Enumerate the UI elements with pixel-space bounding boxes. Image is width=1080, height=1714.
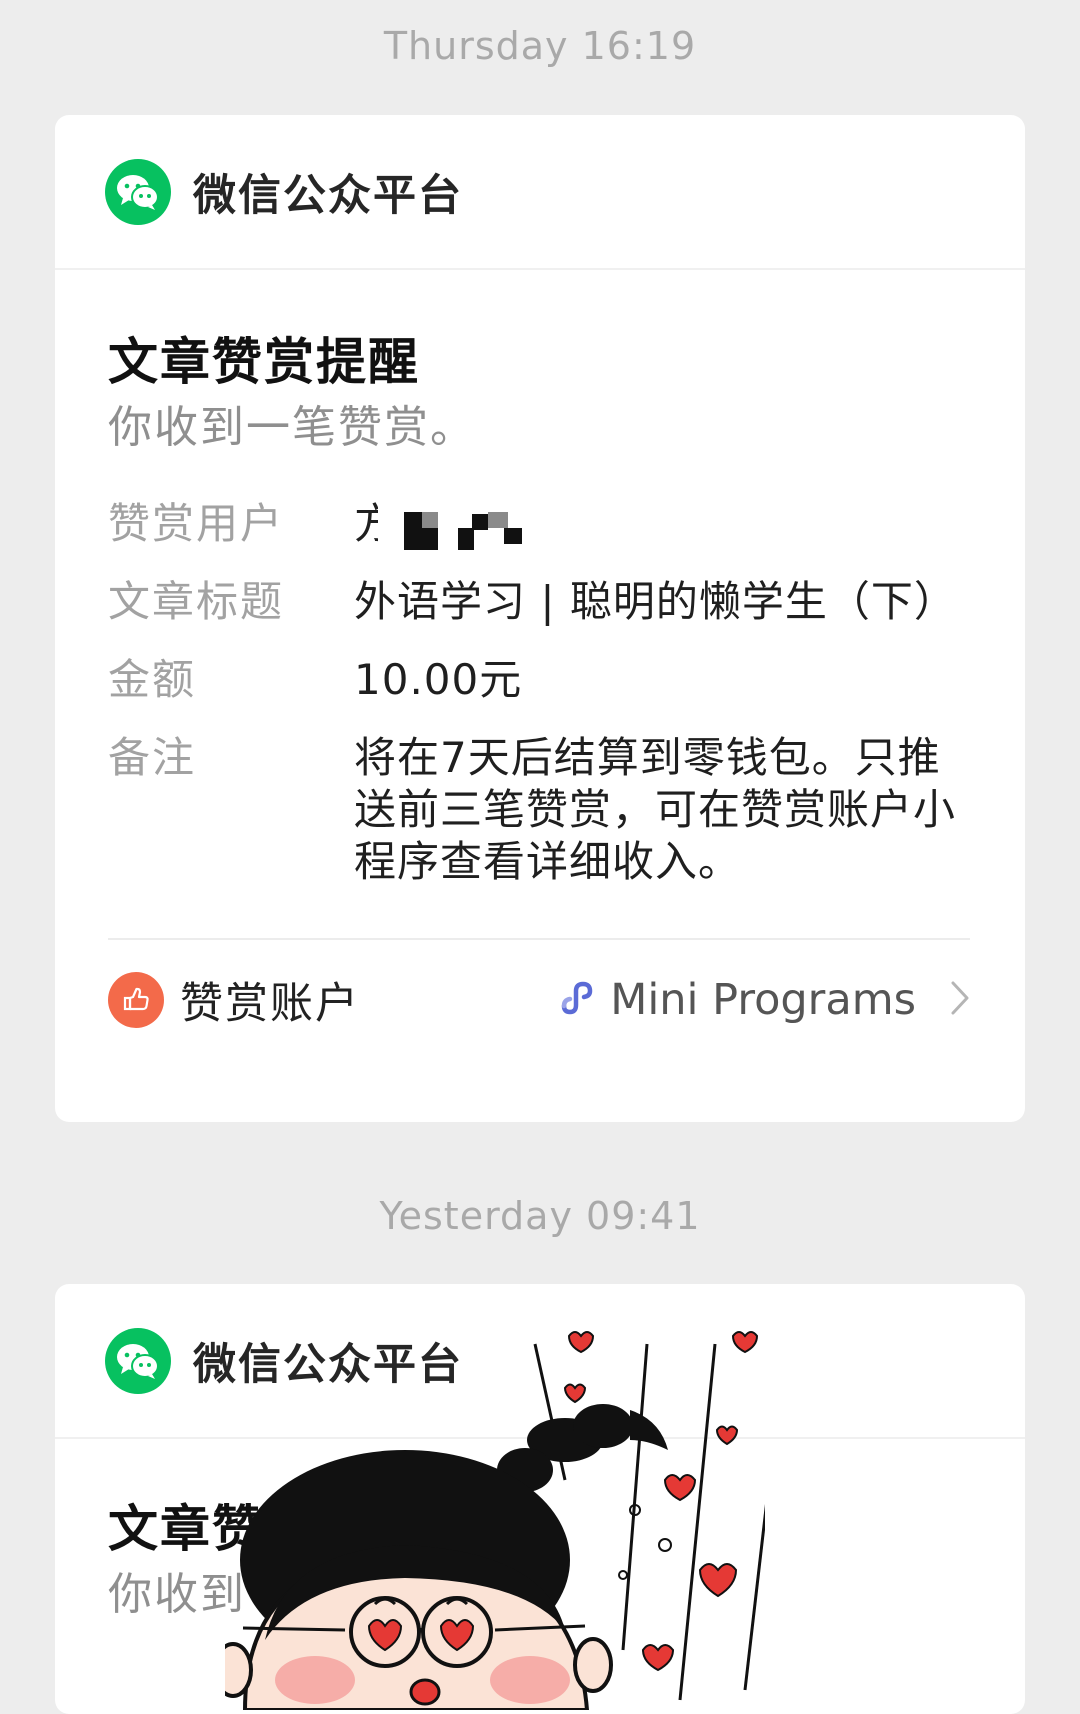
field-row-note: 备注 将在7天后结算到零钱包。只推送前三笔赞赏，可在赞赏账户小程序查看详细收入。 xyxy=(108,732,970,888)
field-label: 赞赏用户 xyxy=(108,499,285,548)
mini-programs-label: Mini Programs xyxy=(610,975,916,1025)
article-title-value: 外语学习 | 聪明的懒学生（下） xyxy=(354,577,957,626)
reward-user-value: 方 xyxy=(354,498,970,550)
note-value: 将在7天后结算到零钱包。只推送前三笔赞赏，可在赞赏账户小程序查看详细收入。 xyxy=(354,733,957,886)
thumbs-up-icon xyxy=(108,972,164,1028)
wechat-icon xyxy=(105,1327,171,1394)
field-row-amount: 金额 10.00元 xyxy=(108,654,970,706)
message-card[interactable]: 微信公众平台 文章赞赏提醒 你收到一笔赞赏。 赞赏用户 方 文章标题 外语学习 … xyxy=(55,115,1025,1122)
field-label: 金额 xyxy=(108,655,197,704)
reward-account-link[interactable]: 赞赏账户 xyxy=(108,969,360,1031)
cartoon-sticker-image xyxy=(225,1330,765,1710)
card-footer[interactable]: 赞赏账户 Mini Programs xyxy=(108,940,970,1060)
card-header[interactable]: 微信公众平台 xyxy=(55,115,1025,270)
wechat-icon xyxy=(105,158,171,225)
message-timestamp: Thursday 16:19 xyxy=(383,24,697,68)
reward-account-label: 赞赏账户 xyxy=(180,979,360,1029)
card-body: 文章赞赏提醒 你收到一笔赞赏。 赞赏用户 方 文章标题 外语学习 | 聪明的懒学… xyxy=(55,270,1025,1060)
field-label: 文章标题 xyxy=(108,577,285,626)
notification-title: 文章赞赏提醒 xyxy=(108,333,420,391)
field-row-article: 文章标题 外语学习 | 聪明的懒学生（下） xyxy=(108,576,970,628)
amount-value: 10.00元 xyxy=(354,655,523,704)
account-name: 微信公众平台 xyxy=(193,170,463,221)
mini-program-link-icon xyxy=(558,978,598,1022)
mini-programs-link[interactable]: Mini Programs xyxy=(558,975,970,1025)
field-label: 备注 xyxy=(108,733,197,782)
user-name-prefix: 方 xyxy=(354,499,378,548)
detail-fields: 赞赏用户 方 文章标题 外语学习 | 聪明的懒学生（下） 金额 10.00元 备… xyxy=(108,498,970,888)
message-timestamp: Yesterday 09:41 xyxy=(379,1194,701,1238)
field-row-user: 赞赏用户 方 xyxy=(108,498,970,550)
notification-subtitle: 你收到一笔赞赏。 xyxy=(108,402,476,453)
chevron-right-icon xyxy=(950,980,970,1020)
